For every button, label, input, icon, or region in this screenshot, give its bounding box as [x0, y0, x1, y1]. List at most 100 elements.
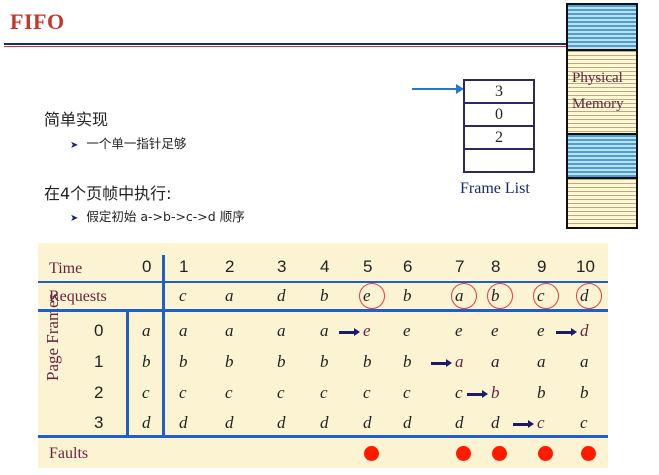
- frame-cell: c: [403, 383, 411, 402]
- replace-arrow-icon: [431, 359, 452, 367]
- frame-cell: d: [179, 413, 188, 432]
- frame-list-cell: 2: [463, 125, 535, 150]
- table-rule: [126, 311, 129, 437]
- page-frames-label: Page Frames: [43, 261, 62, 381]
- time-value: 6: [403, 257, 413, 276]
- frame-id: 2: [94, 383, 104, 402]
- section1-bullet: ➤ 一个单一指针足够: [70, 133, 186, 152]
- fault-dot: [456, 446, 471, 461]
- frame-cell: d: [580, 321, 589, 340]
- time-value: 2: [225, 257, 235, 276]
- frame-list-cell: 0: [463, 102, 535, 127]
- memory-block: [568, 51, 636, 133]
- frame-cell: c: [537, 413, 545, 432]
- request-value: c: [179, 286, 187, 305]
- frame-cell: b: [363, 352, 372, 371]
- memory-block: [568, 5, 636, 49]
- frame-id: 0: [94, 321, 104, 340]
- frame-cell: c: [363, 383, 371, 402]
- frame-cell: c: [455, 383, 463, 402]
- frame-cell: b: [403, 352, 412, 371]
- time-value: 10: [576, 257, 595, 276]
- replace-arrow-icon: [513, 420, 534, 428]
- frame-list-label: Frame List: [460, 180, 530, 197]
- pointer-arrow-icon: [412, 84, 464, 94]
- replace-arrow-icon: [339, 328, 360, 336]
- frame-cell: e: [455, 321, 463, 340]
- time-value: 3: [277, 257, 287, 276]
- faults-label: Faults: [49, 445, 89, 462]
- frame-cell: e: [403, 321, 411, 340]
- section1-bullet-text: 一个单一指针足够: [86, 136, 187, 151]
- frame-cell: d: [277, 413, 286, 432]
- time-value: 0: [142, 257, 152, 276]
- frame-cell: c: [277, 383, 285, 402]
- fault-dot: [581, 446, 596, 461]
- frame-cell: b: [179, 352, 188, 371]
- replace-arrow-icon: [556, 328, 577, 336]
- frame-cell: a: [537, 352, 546, 371]
- frame-cell: c: [225, 383, 233, 402]
- fault-dot: [492, 446, 507, 461]
- time-value: 7: [455, 257, 465, 276]
- frame-cell: b: [491, 383, 500, 402]
- memory-block: [568, 179, 636, 227]
- request-value: b: [403, 286, 412, 305]
- section2-bullet-text: 假定初始 a->b->c->d 顺序: [86, 209, 245, 224]
- replace-arrow-icon: [467, 390, 488, 398]
- frame-cell: a: [225, 321, 234, 340]
- time-value: 9: [537, 257, 547, 276]
- time-value: 1: [179, 257, 189, 276]
- frame-list-cell: 3: [463, 79, 535, 104]
- table-rule: [38, 281, 608, 283]
- frame-cell: b: [142, 352, 151, 371]
- page-frames-label-text: Page Frames: [43, 293, 62, 381]
- frame-cell: e: [363, 321, 371, 340]
- frame-cell: c: [179, 383, 187, 402]
- frame-cell: a: [179, 321, 188, 340]
- frame-cell: c: [320, 383, 328, 402]
- frame-cell: b: [277, 352, 286, 371]
- request-value: a: [225, 286, 234, 305]
- frame-cell: d: [142, 413, 151, 432]
- fault-circle: [533, 283, 559, 309]
- bullet-arrow-icon: ➤: [70, 140, 79, 151]
- frame-cell: a: [277, 321, 286, 340]
- bullet-arrow-icon: ➤: [70, 213, 79, 224]
- frame-cell: e: [491, 321, 499, 340]
- frame-cell: a: [320, 321, 329, 340]
- frame-cell: a: [580, 352, 589, 371]
- frame-cell: d: [320, 413, 329, 432]
- frame-cell: d: [363, 413, 372, 432]
- table-rule: [38, 435, 608, 438]
- frame-cell: d: [455, 413, 464, 432]
- section2-heading: 在4个页帧中执行:: [44, 184, 172, 203]
- frame-cell: a: [491, 352, 500, 371]
- frame-cell: c: [142, 383, 150, 402]
- request-value: b: [320, 286, 329, 305]
- frame-list-cell: [463, 148, 535, 173]
- frame-cell: d: [225, 413, 234, 432]
- table-rule: [162, 255, 165, 437]
- frame-list: 3 0 2: [463, 79, 535, 173]
- time-value: 8: [491, 257, 501, 276]
- slide-title: FIFO: [10, 9, 65, 34]
- title-rule: [4, 43, 566, 45]
- frame-cell: e: [537, 321, 545, 340]
- frame-cell: a: [455, 352, 464, 371]
- frame-id: 1: [94, 352, 104, 371]
- frame-cell: d: [491, 413, 500, 432]
- fault-circle: [359, 283, 385, 309]
- fault-circle: [487, 283, 513, 309]
- frame-cell: b: [225, 352, 234, 371]
- request-value: d: [277, 286, 286, 305]
- frame-id: 3: [94, 413, 104, 432]
- fault-circle: [576, 283, 602, 309]
- fault-dot: [364, 446, 379, 461]
- table-rule: [38, 309, 608, 312]
- frame-cell: d: [403, 413, 412, 432]
- title-rule-accent: [4, 46, 566, 47]
- fault-circle: [451, 283, 477, 309]
- memory-label-line2: Memory: [572, 96, 624, 112]
- time-value: 5: [363, 257, 373, 276]
